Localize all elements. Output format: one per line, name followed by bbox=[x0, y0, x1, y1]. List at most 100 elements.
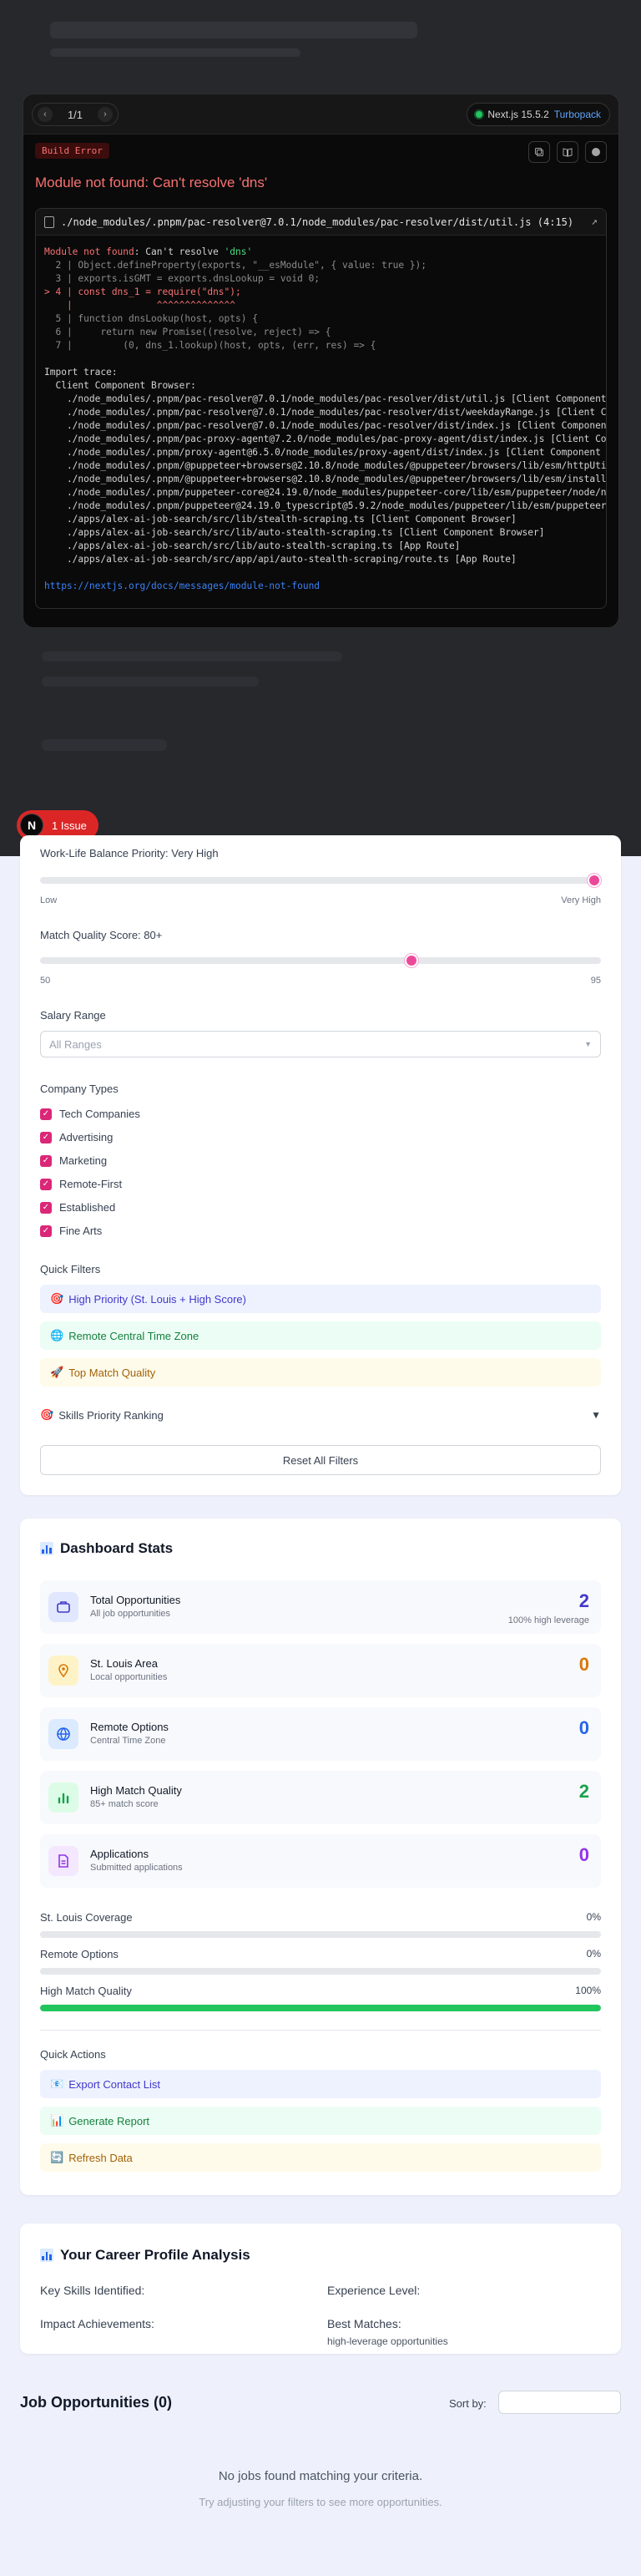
quick-filter-top-match[interactable]: 🚀 Top Match Quality bbox=[40, 1358, 601, 1387]
sort-label: Sort by: bbox=[449, 2397, 487, 2410]
stat-value: 2 bbox=[578, 1781, 589, 1802]
trace-line: ./node_modules/.pnpm/puppeteer-core@24.1… bbox=[44, 487, 607, 498]
stat-value: 0 bbox=[578, 1654, 589, 1675]
wlb-slider-thumb[interactable] bbox=[588, 874, 601, 887]
file-icon bbox=[44, 216, 54, 228]
salary-select[interactable]: All Ranges ▼ bbox=[40, 1031, 601, 1057]
progress-percent: 0% bbox=[586, 1948, 601, 1960]
match-slider[interactable] bbox=[40, 957, 601, 964]
trace-line: ./node_modules/.pnpm/pac-resolver@7.0.1/… bbox=[44, 393, 607, 404]
checkbox-checked-icon: ✓ bbox=[40, 1178, 52, 1190]
checkbox-checked-icon: ✓ bbox=[40, 1108, 52, 1120]
refresh-data-button[interactable]: 🔄 Refresh Data bbox=[40, 2143, 601, 2172]
sort-select[interactable] bbox=[498, 2391, 621, 2414]
error-pager: ‹ 1/1 › bbox=[32, 103, 119, 126]
stat-subtitle: Submitted applications bbox=[90, 1863, 183, 1873]
nextjs-logo-icon: N bbox=[20, 814, 43, 837]
file-path: ./node_modules/.pnpm/pac-resolver@7.0.1/… bbox=[61, 216, 574, 228]
error-prefix: Module not found bbox=[44, 246, 134, 257]
company-type-checkbox[interactable]: ✓ Established bbox=[40, 1201, 115, 1214]
career-title: Your Career Profile Analysis bbox=[40, 2247, 250, 2264]
checkbox-checked-icon: ✓ bbox=[40, 1131, 52, 1143]
progress-label: St. Louis Coverage bbox=[40, 1911, 133, 1924]
company-type-label: Tech Companies bbox=[59, 1108, 140, 1120]
company-types-label: Company Types bbox=[40, 1083, 119, 1095]
code-line-5: 5 | function dnsLookup(host, opts) { bbox=[44, 313, 258, 324]
background-text-blur bbox=[42, 739, 167, 751]
company-type-label: Advertising bbox=[59, 1131, 114, 1143]
code-line-3: 3 | exports.isGMT = exports.dnsLookup = … bbox=[44, 273, 320, 284]
trace-line: ./apps/alex-ai-job-search/src/lib/auto-s… bbox=[44, 527, 545, 538]
background-text-blur bbox=[42, 677, 259, 687]
dashboard-title-text: Dashboard Stats bbox=[60, 1540, 174, 1556]
company-type-checkbox[interactable]: ✓ Marketing bbox=[40, 1154, 107, 1167]
stat-subtitle: 85+ match score bbox=[90, 1799, 159, 1809]
email-icon: 📧 bbox=[50, 2077, 64, 2090]
best-matches-value: high-leverage opportunities bbox=[327, 2335, 448, 2347]
status-dot-icon bbox=[476, 111, 483, 118]
filters-panel: Work-Life Balance Priority: Very High Lo… bbox=[20, 835, 621, 1495]
career-title-text: Your Career Profile Analysis bbox=[60, 2247, 250, 2263]
quick-filter-high-priority[interactable]: 🎯 High Priority (St. Louis + High Score) bbox=[40, 1285, 601, 1313]
next-error-button[interactable]: › bbox=[97, 107, 113, 122]
trace-line: ./node_modules/.pnpm/puppeteer@24.19.0_t… bbox=[66, 500, 607, 511]
experience-level-label: Experience Level: bbox=[327, 2284, 421, 2297]
match-max-label: 95 bbox=[590, 976, 601, 986]
export-contacts-button[interactable]: 📧 Export Contact List bbox=[40, 2070, 601, 2098]
trace-line: ./node_modules/.pnpm/@puppeteer+browsers… bbox=[44, 474, 607, 484]
stat-card: Total Opportunities All job opportunities… bbox=[40, 1580, 601, 1634]
docs-link[interactable]: https://nextjs.org/docs/messages/module-… bbox=[44, 581, 320, 591]
wlb-max-label: Very High bbox=[561, 895, 601, 905]
company-type-checkbox[interactable]: ✓ Advertising bbox=[40, 1131, 113, 1143]
progress-bar bbox=[40, 1968, 601, 1975]
prev-error-button[interactable]: ‹ bbox=[38, 107, 53, 122]
open-in-editor-icon[interactable]: ↗ bbox=[591, 216, 598, 228]
match-slider-thumb[interactable] bbox=[405, 954, 419, 967]
career-profile-panel: Your Career Profile Analysis Key Skills … bbox=[20, 2224, 621, 2354]
reset-filters-button[interactable]: Reset All Filters bbox=[40, 1445, 601, 1475]
match-label: Match Quality Score: 80+ bbox=[40, 929, 163, 941]
rocket-icon: 🚀 bbox=[50, 1366, 64, 1378]
code-frame-body: Module not found: Can't resolve 'dns' 2 … bbox=[36, 236, 606, 603]
stat-note: 100% high leverage bbox=[507, 1615, 589, 1625]
globe-icon: 🌐 bbox=[50, 1329, 64, 1341]
copy-icon bbox=[535, 148, 543, 156]
trace-line: ./node_modules/.pnpm/pac-proxy-agent@7.2… bbox=[66, 434, 607, 444]
skills-priority-toggle[interactable]: 🎯 Skills Priority Ranking ▼ bbox=[40, 1408, 601, 1422]
location-pin-icon bbox=[48, 1656, 78, 1686]
quick-action-label: Export Contact List bbox=[68, 2077, 161, 2091]
feedback-button[interactable] bbox=[585, 141, 607, 163]
progress-st-louis: St. Louis Coverage 0% bbox=[40, 1911, 601, 1938]
company-type-label: Fine Arts bbox=[59, 1225, 103, 1237]
stat-value: 0 bbox=[578, 1844, 589, 1865]
stat-subtitle: Central Time Zone bbox=[90, 1736, 166, 1746]
nextjs-logo-icon bbox=[592, 148, 600, 156]
generate-report-button[interactable]: 📊 Generate Report bbox=[40, 2107, 601, 2135]
empty-state-hint: Try adjusting your filters to see more o… bbox=[199, 2496, 442, 2508]
background-text-blur bbox=[50, 48, 300, 57]
company-type-checkbox[interactable]: ✓ Fine Arts bbox=[40, 1225, 102, 1237]
code-line-6: 6 | return new Promise((resolve, reject)… bbox=[44, 327, 331, 337]
quick-filter-remote[interactable]: 🌐 Remote Central Time Zone bbox=[40, 1321, 601, 1350]
bar-chart-icon bbox=[40, 1542, 53, 1555]
trace-line: ./apps/alex-ai-job-search/src/lib/auto-s… bbox=[44, 540, 461, 551]
trace-line: ./node_modules/.pnpm/pac-resolver@7.0.1/… bbox=[66, 407, 607, 418]
progress-label: High Match Quality bbox=[40, 1985, 132, 1997]
copy-error-button[interactable] bbox=[528, 141, 550, 163]
best-matches-label: Best Matches: bbox=[327, 2317, 401, 2330]
chevron-down-icon: ▼ bbox=[591, 1409, 601, 1421]
error-rest: : Can't resolve bbox=[134, 246, 225, 257]
quick-filter-label: Top Match Quality bbox=[68, 1366, 156, 1379]
docs-button[interactable] bbox=[557, 141, 578, 163]
stat-title: Total Opportunities bbox=[90, 1594, 181, 1606]
quick-filter-label: Remote Central Time Zone bbox=[68, 1329, 199, 1342]
nextjs-version-badge[interactable]: Next.js 15.5.2 Turbopack bbox=[467, 103, 610, 126]
issues-count-label: 1 Issue bbox=[52, 819, 87, 832]
target-icon: 🎯 bbox=[40, 1408, 54, 1421]
trace-line: ./node_modules/.pnpm/pac-resolver@7.0.1/… bbox=[44, 420, 607, 431]
company-type-checkbox[interactable]: ✓ Remote-First bbox=[40, 1178, 122, 1190]
company-type-checkbox[interactable]: ✓ Tech Companies bbox=[40, 1108, 140, 1120]
wlb-slider[interactable] bbox=[40, 877, 601, 884]
trace-line: ./node_modules/.pnpm/proxy-agent@6.5.0/n… bbox=[44, 447, 607, 458]
pager-count: 1/1 bbox=[67, 108, 83, 121]
